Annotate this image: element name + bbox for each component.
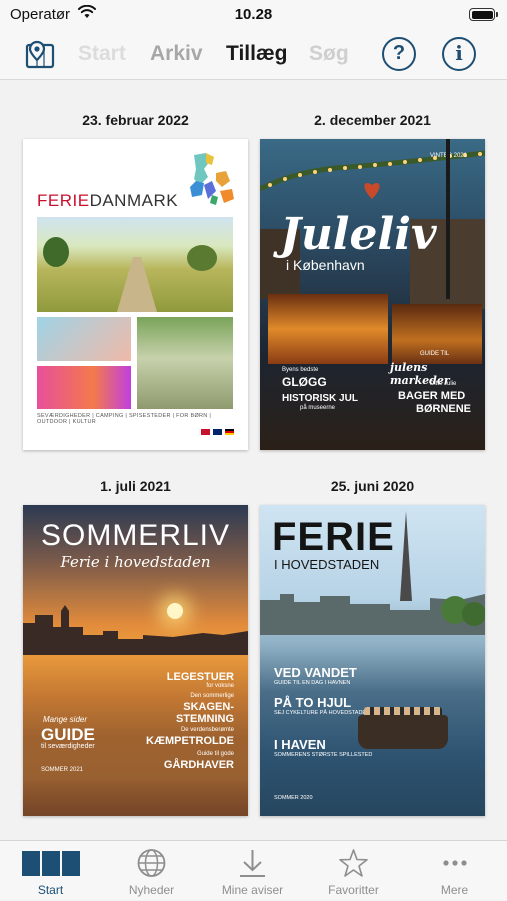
cover-photo-market [268, 294, 388, 364]
newspapers-icon [22, 851, 80, 876]
issue-cover[interactable]: SOMMERLIV Ferie i hovedstaden LEGESTUER … [23, 505, 248, 816]
tabbar-item-start[interactable]: Start [0, 841, 101, 901]
cover-spire [400, 511, 412, 601]
issue-card[interactable]: 1. juli 2021 SOMMERLIV Ferie i hovedstad… [23, 478, 248, 818]
cover-title: SOMMERLIV [40, 519, 231, 552]
cover-brand: FERIEDANMARK [37, 191, 179, 210]
globe-icon [137, 849, 166, 877]
cover-photo-art [37, 366, 131, 409]
issue-cover[interactable]: VINTER 2021 Juleliv i København GUIDE TI… [260, 139, 485, 450]
tabbar-item-nyheder[interactable]: Nyheder [101, 841, 202, 901]
issue-card[interactable]: 23. februar 2022 FERIEDANMARK SEVÆRDIGHE… [23, 112, 248, 452]
issue-date: 23. februar 2022 [82, 112, 189, 128]
cover-title: Juleliv [280, 209, 437, 260]
map-pin-icon[interactable] [24, 39, 56, 71]
issue-date: 1. juli 2021 [100, 478, 171, 494]
help-button[interactable]: ? [382, 37, 416, 71]
issue-card[interactable]: 25. juni 2020 FERIE I HOVEDSTADEN VED VA… [260, 478, 485, 818]
star-icon [339, 849, 368, 877]
clock: 10.28 [234, 6, 273, 23]
language-flags [198, 429, 234, 437]
issue-date: 25. juni 2020 [330, 478, 415, 494]
top-nav-bar: Start Arkiv Tillæg Søg ? i [0, 30, 507, 80]
status-bar: Operatør 10.28 [0, 0, 507, 30]
issue-cover[interactable]: FERIE I HOVEDSTADEN VED VANDET GUIDE TIL… [260, 505, 485, 816]
section-tabs: Start Arkiv Tillæg Søg [70, 42, 360, 68]
denmark-map-icon [190, 153, 234, 205]
cover-cityscape [260, 594, 485, 635]
supplements-grid: 23. februar 2022 FERIEDANMARK SEVÆRDIGHE… [0, 81, 507, 840]
tab-tillaeg[interactable]: Tillæg [226, 42, 287, 66]
tab-soeg[interactable]: Søg [309, 42, 349, 66]
cover-skyline [23, 605, 248, 655]
more-dots-icon [443, 860, 467, 866]
tab-arkiv[interactable]: Arkiv [150, 42, 203, 66]
info-button[interactable]: i [442, 37, 476, 71]
issue-cover[interactable]: FERIEDANMARK SEVÆRDIGHEDER | CAMPING | S… [23, 139, 248, 450]
cover-subtitle: Ferie i hovedstaden [60, 553, 211, 571]
issue-card[interactable]: 2. december 2021 VINTER 2021 Juleliv i K… [260, 112, 485, 452]
cover-photo-road [37, 217, 233, 312]
bottom-tab-bar: Start Nyheder Mine aviser Favoritter Mer… [0, 840, 507, 900]
issue-date: 2. december 2021 [314, 112, 431, 128]
tabbar-item-favoritter[interactable]: Favoritter [303, 841, 404, 901]
tab-start[interactable]: Start [78, 42, 126, 66]
cover-title: FERIE [272, 515, 395, 559]
tabbar-item-mere[interactable]: Mere [404, 841, 505, 901]
cover-boat [358, 715, 448, 749]
tabbar-item-mine-aviser[interactable]: Mine aviser [202, 841, 303, 901]
battery-icon [469, 8, 498, 21]
cover-photo-kids [37, 317, 131, 361]
cover-subtitle: I HOVEDSTADEN [274, 557, 380, 572]
download-icon [240, 850, 265, 877]
cover-photo-camping [137, 317, 233, 409]
cover-tagline: SEVÆRDIGHEDER | CAMPING | SPISESTEDER | … [37, 413, 212, 425]
cover-subtitle: i København [286, 257, 365, 273]
